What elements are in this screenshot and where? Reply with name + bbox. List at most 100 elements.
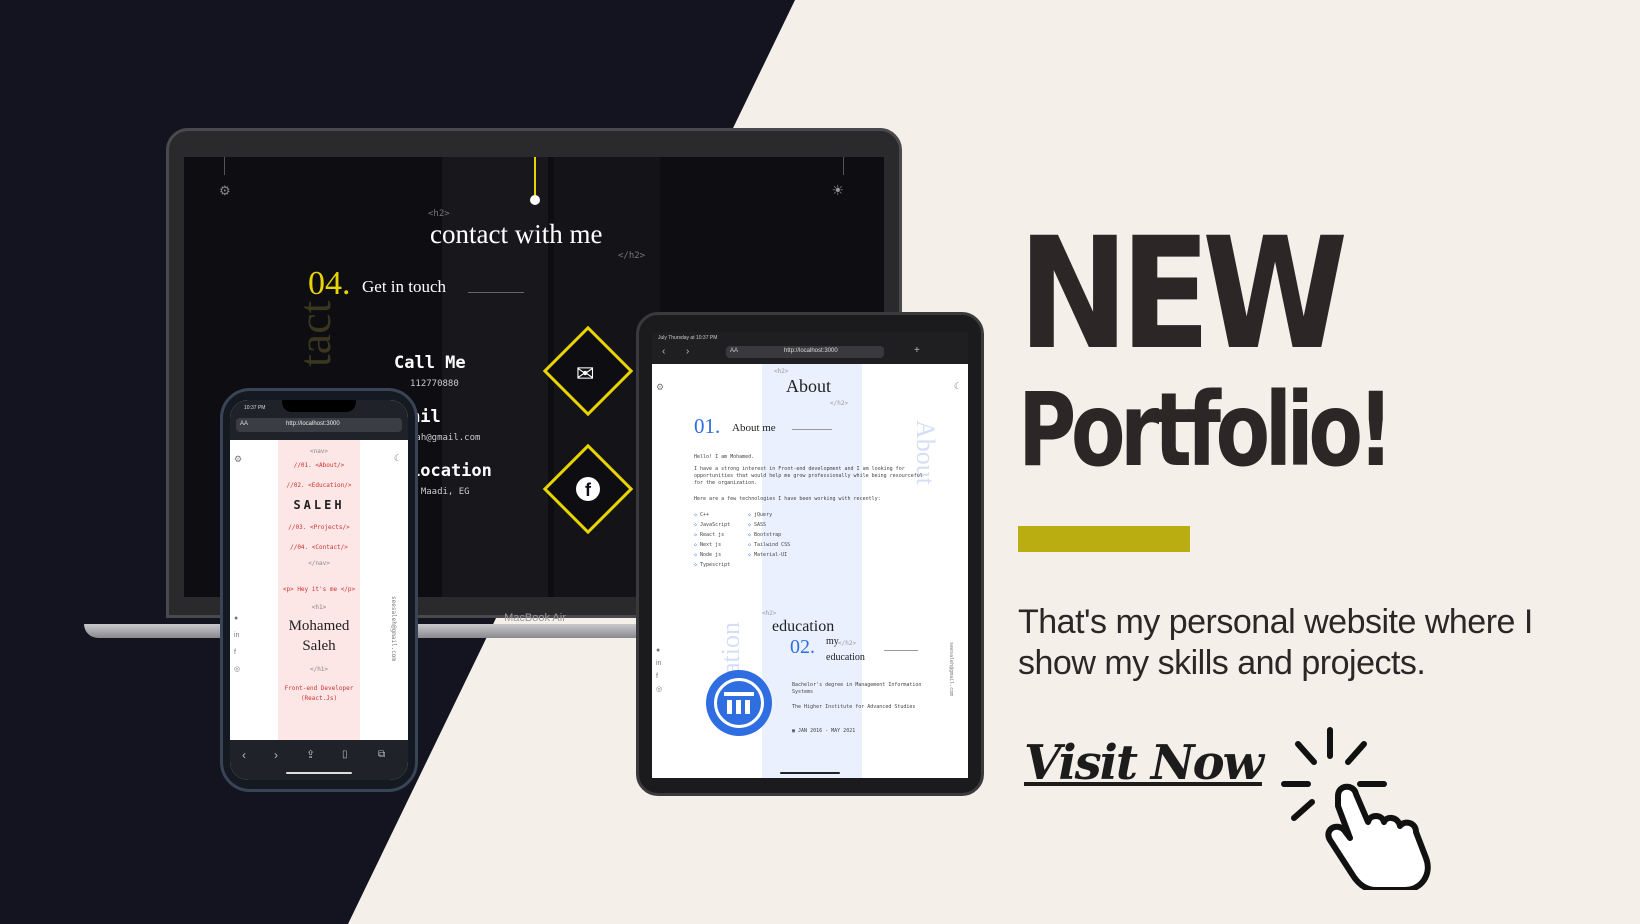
education-label-2: education — [826, 652, 865, 663]
phone-browser-bar: 10:37 PM AA http://localhost:3000 — [230, 400, 408, 440]
headline-portfolio: Portfolio! — [1018, 371, 1394, 490]
share-icon[interactable]: ⇪ — [306, 748, 315, 761]
phone-status-time: 10:37 PM — [244, 405, 266, 411]
h2-close-tag: </h2> — [618, 251, 646, 261]
about-label: About me — [732, 422, 776, 434]
notch — [282, 400, 356, 412]
envelope-icon[interactable]: ✉ — [576, 361, 594, 387]
bookmarks-icon[interactable]: ▯ — [342, 749, 348, 760]
facebook-icon[interactable]: f — [234, 644, 240, 661]
pull-cord-knob[interactable] — [530, 195, 540, 205]
phone-bottom-toolbar: ‹ › ⇪ ▯ ⧉ — [230, 740, 408, 780]
url-text[interactable]: http://localhost:3000 — [784, 348, 838, 354]
phone-url-field[interactable]: AA http://localhost:3000 — [236, 418, 402, 432]
nav-open-tag: <nav> — [309, 448, 329, 455]
location-value: , Maadi, EG — [410, 487, 470, 497]
facebook-icon[interactable]: f — [656, 670, 662, 683]
nav-item-projects[interactable]: //03. <Projects/> — [230, 524, 408, 531]
side-email[interactable]: seesaleh@gmail.com — [948, 642, 954, 696]
section-number: 04. — [308, 265, 351, 302]
url-text[interactable]: http://localhost:3000 — [286, 421, 340, 427]
site-logo[interactable]: SALEH — [230, 498, 408, 512]
home-indicator — [780, 772, 840, 774]
greeting: <p> Hey it's me </p> — [282, 586, 356, 593]
about-number: 01. — [694, 414, 721, 438]
sun-icon[interactable]: ☀ — [831, 182, 844, 199]
about-title: About — [786, 376, 831, 396]
moon-icon[interactable]: ☾ — [954, 381, 962, 392]
tech-intro: Here are a few technologies I have been … — [694, 496, 881, 502]
about-paragraph: I have a strong interest in Front-end de… — [694, 466, 923, 486]
tech-list-1: ◇ C++ ◇ JavaScript ◇ React js ◇ Next js … — [694, 510, 730, 570]
education-title: education — [772, 618, 835, 635]
social-bar: ● in f ◎ — [234, 610, 240, 678]
forward-icon[interactable]: › — [274, 748, 278, 762]
nav-item-contact[interactable]: //04. <Contact/> — [230, 544, 408, 551]
tech-item: ◇ Bootstrap — [748, 532, 782, 538]
degree-text: Bachelor's degree in Management Informat… — [792, 682, 922, 695]
h1-close-tag: </h1> — [309, 666, 329, 673]
tech-item: ◇ React js — [694, 532, 725, 538]
back-icon[interactable]: ‹ — [662, 346, 665, 357]
tech-item: ◇ C++ — [694, 512, 710, 518]
forward-icon[interactable]: › — [686, 346, 689, 357]
tech-item: ◇ Tailwind CSS — [748, 542, 791, 548]
tech-item: ◇ SASS — [748, 522, 767, 528]
h2-open-tag: <h2> — [428, 209, 450, 219]
tabs-icon[interactable]: ⧉ — [378, 749, 385, 760]
role-text: Front-end Developer (React.Js) — [284, 685, 354, 702]
laptop-brand-label: MacBook Air — [504, 612, 566, 624]
gear-icon[interactable]: ⚙ — [219, 183, 231, 199]
institute-text: The Higher Institute for Advanced Studie… — [792, 704, 916, 710]
tagline: That's my personal website where I show … — [1018, 603, 1533, 682]
section-title: contact with me — [430, 219, 603, 249]
pointer-hand-icon[interactable] — [1280, 722, 1456, 890]
github-icon[interactable]: ● — [234, 610, 240, 627]
name-line-2: Saleh — [302, 638, 336, 654]
add-tab-icon[interactable]: + — [914, 345, 920, 356]
github-icon[interactable]: ● — [656, 644, 662, 657]
tech-item: ◇ Node js — [694, 552, 722, 558]
tablet-screen: ⚙ ☾ <h2> About </h2> 01. About me About … — [652, 364, 968, 778]
institute-logo — [706, 670, 772, 736]
h2-open-tag: <h2> — [774, 368, 789, 375]
nav-close-tag: </nav> — [308, 560, 330, 567]
divider — [884, 650, 918, 651]
home-indicator — [286, 772, 352, 774]
tech-list-2: ◇ jQuery ◇ SASS ◇ Bootstrap ◇ Tailwind C… — [748, 510, 790, 560]
tablet-browser-bar: July Thursday at 10:37 PM ‹ › AA http://… — [652, 332, 968, 364]
facebook-icon[interactable]: f — [576, 477, 600, 501]
date-range: ▣ JAN 2016 - MAY 2021 — [792, 728, 856, 734]
back-icon[interactable]: ‹ — [242, 748, 246, 762]
name-line-1: Mohamed — [288, 618, 350, 634]
vertical-section-word: tact — [289, 300, 340, 367]
call-value[interactable]: 112770880 — [410, 379, 459, 389]
h2-close-tag: </h2> — [838, 640, 857, 647]
linkedin-icon[interactable]: in — [234, 627, 240, 644]
tech-item: ◇ Typescript — [694, 562, 731, 568]
email-value[interactable]: lah@gmail.com — [410, 433, 480, 443]
whatsapp-icon[interactable]: ◎ — [234, 661, 240, 678]
background-stripe — [762, 364, 862, 778]
decorative-line — [843, 157, 844, 175]
nav-item-about[interactable]: //01. <About/> — [230, 462, 408, 469]
visit-now-link[interactable]: Visit Now — [1024, 735, 1264, 791]
social-bar: ● in f ◎ — [656, 644, 662, 696]
accent-bar — [1018, 526, 1190, 552]
education-number: 02. — [790, 636, 815, 658]
gear-icon[interactable]: ⚙ — [656, 382, 664, 393]
linkedin-icon[interactable]: in — [656, 657, 662, 670]
nav-item-education[interactable]: //02. <Education/> — [230, 482, 408, 489]
text-size-button[interactable]: AA — [240, 421, 248, 427]
h2-close-tag: </h2> — [830, 400, 849, 407]
tech-item: ◇ Next js — [694, 542, 722, 548]
section-label: Get in touch — [362, 277, 447, 296]
education-label-1: my — [826, 636, 839, 647]
location-label: Location — [410, 461, 492, 481]
text-size-button[interactable]: AA — [730, 348, 738, 354]
whatsapp-icon[interactable]: ◎ — [656, 683, 662, 696]
h2-open-tag: <h2> — [762, 610, 777, 617]
pull-cord[interactable] — [534, 157, 536, 197]
tablet-url-field[interactable]: AA http://localhost:3000 — [726, 346, 884, 358]
side-email[interactable]: seesaleh@gmail.com — [390, 596, 397, 661]
